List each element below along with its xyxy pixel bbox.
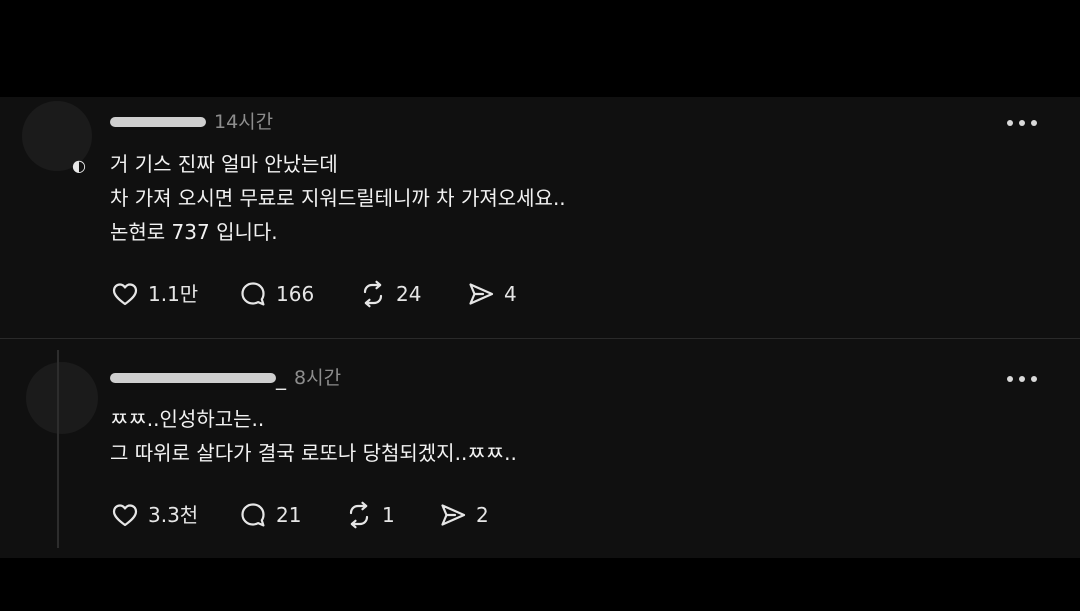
post-body-line: ㅉㅉ..인성하고는.. <box>110 407 265 431</box>
share-send-icon <box>441 504 466 526</box>
more-options-icon[interactable] <box>1007 374 1037 384</box>
post-header: _ 8시간 <box>110 368 341 388</box>
reply-count: 21 <box>276 503 302 527</box>
share-button[interactable]: 2 <box>438 500 489 530</box>
like-button[interactable]: 3.3천 <box>110 500 198 530</box>
post-body: ㅉㅉ..인성하고는.. 그 따위로 살다가 결국 로또나 당첨되겠지..ㅉㅉ.. <box>110 402 517 470</box>
heart-icon <box>112 504 138 527</box>
more-dot <box>1007 376 1013 382</box>
post-body-line: 그 따위로 살다가 결국 로또나 당첨되겠지..ㅉㅉ.. <box>110 441 517 465</box>
like-count: 3.3천 <box>148 503 199 527</box>
more-dot <box>1019 376 1025 382</box>
reply-button[interactable]: 21 <box>238 500 301 530</box>
repost-count: 1 <box>382 503 395 527</box>
thread-connector-line <box>57 350 59 548</box>
more-dot <box>1031 376 1037 382</box>
post-time: 8시간 <box>294 367 342 389</box>
share-count: 2 <box>476 503 489 527</box>
username-tail: _ <box>276 366 286 390</box>
repost-button[interactable]: 1 <box>344 500 395 530</box>
reply-bubble-icon <box>241 503 265 527</box>
redacted-username[interactable] <box>110 373 276 383</box>
reply-overlay: _ 8시간 ㅉㅉ..인성하고는.. 그 따위로 살다가 결국 로또나 당첨되겠지… <box>0 0 1080 611</box>
repost-icon <box>349 501 369 529</box>
